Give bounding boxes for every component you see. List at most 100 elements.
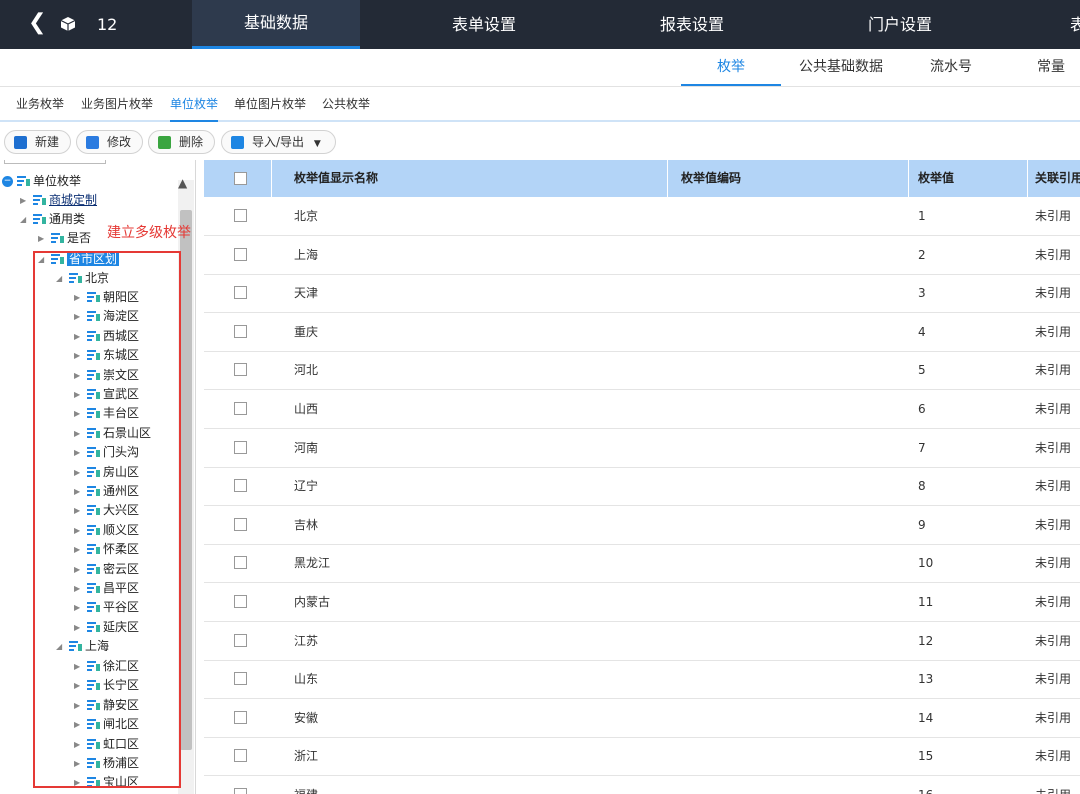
expand-icon[interactable]: ▶ xyxy=(74,482,86,501)
tree-node-district[interactable]: ▶ 平谷区 xyxy=(74,598,139,617)
table-row[interactable]: 天津 3 未引用 xyxy=(204,274,1080,314)
table-row[interactable]: 江苏 12 未引用 xyxy=(204,622,1080,661)
table-row[interactable]: 山西 6 未引用 xyxy=(204,390,1080,429)
row-checkbox[interactable] xyxy=(234,440,247,454)
collapse-up-icon[interactable]: ▲ xyxy=(178,176,187,190)
tree-node-beijing[interactable]: ◢ 北京 xyxy=(56,269,109,288)
expand-icon[interactable]: ▶ xyxy=(74,735,86,754)
select-all-checkbox[interactable] xyxy=(234,172,247,185)
expand-icon[interactable]: ▶ xyxy=(74,773,86,792)
row-checkbox[interactable] xyxy=(234,209,247,222)
tree-node-district[interactable]: ▶ 大兴区 xyxy=(74,501,139,520)
header-display-name[interactable]: 枚举值显示名称 xyxy=(272,160,668,197)
expand-icon[interactable]: ▶ xyxy=(74,307,86,326)
tab-unit-image-enum[interactable]: 单位图片枚举 xyxy=(234,96,306,112)
tab-public-basic-data[interactable]: 公共基础数据 xyxy=(791,49,891,86)
tab-enum[interactable]: 枚举 xyxy=(681,49,781,86)
collapse-icon[interactable]: ◢ xyxy=(38,250,50,269)
tree-node-general[interactable]: ◢ 通用类 xyxy=(20,210,85,229)
expand-icon[interactable]: ▶ xyxy=(20,191,32,210)
tree-node-district[interactable]: ▶ 崇文区 xyxy=(74,366,139,385)
table-row[interactable]: 重庆 4 未引用 xyxy=(204,313,1080,352)
collapse-icon[interactable]: ◢ xyxy=(20,210,32,229)
tree-node-district[interactable]: ▶ 杨浦区 xyxy=(74,754,139,773)
expand-icon[interactable]: ▶ xyxy=(74,715,86,734)
tab-public-enum[interactable]: 公共枚举 xyxy=(322,96,370,112)
expand-icon[interactable]: ▶ xyxy=(74,346,86,365)
expand-icon[interactable]: ▶ xyxy=(74,657,86,676)
tree-node-district[interactable]: ▶ 石景山区 xyxy=(74,424,151,443)
expand-icon[interactable]: ▶ xyxy=(74,560,86,579)
row-checkbox[interactable] xyxy=(234,633,247,647)
expand-icon[interactable]: ▶ xyxy=(74,463,86,482)
tree-node-root[interactable]: − 单位枚举 xyxy=(2,172,81,191)
expand-icon[interactable]: ▶ xyxy=(74,327,86,346)
edit-button[interactable]: 修改 xyxy=(76,130,143,154)
tree-node-district[interactable]: ▶ 房山区 xyxy=(74,463,139,482)
nav-report-settings[interactable]: 报表设置 xyxy=(608,0,776,49)
expand-icon[interactable]: ▶ xyxy=(74,540,86,559)
tree-node-yes-no[interactable]: ▶ 是否 xyxy=(38,229,91,248)
table-row[interactable]: 安徽 14 未引用 xyxy=(204,699,1080,738)
collapse-icon[interactable]: ◢ xyxy=(56,269,68,288)
tree-node-district[interactable]: ▶ 昌平区 xyxy=(74,579,139,598)
row-checkbox[interactable] xyxy=(234,749,247,763)
tree-node-district[interactable]: ▶ 密云区 xyxy=(74,560,139,579)
expand-icon[interactable]: ▶ xyxy=(74,501,86,520)
expand-icon[interactable]: ▶ xyxy=(74,385,86,404)
collapse-icon[interactable]: − xyxy=(2,176,13,187)
expand-icon[interactable]: ▶ xyxy=(38,229,50,248)
table-row[interactable]: 上海 2 未引用 xyxy=(204,236,1080,275)
table-row[interactable]: 黑龙江 10 未引用 xyxy=(204,544,1080,584)
header-value[interactable]: 枚举值 xyxy=(909,160,1028,197)
row-checkbox[interactable] xyxy=(234,788,247,794)
table-row[interactable]: 浙江 15 未引用 xyxy=(204,737,1080,777)
expand-icon[interactable]: ▶ xyxy=(74,598,86,617)
tree-node-district[interactable]: ▶ 海淀区 xyxy=(74,307,139,326)
tab-unit-enum[interactable]: 单位枚举 xyxy=(170,96,219,122)
header-code[interactable]: 枚举值编码 xyxy=(668,160,909,197)
back-arrow-icon[interactable]: ❮ xyxy=(28,12,46,34)
table-row[interactable]: 河北 5 未引用 xyxy=(204,351,1080,391)
tree-node-province-city[interactable]: ◢ 省市区划 xyxy=(38,250,120,269)
expand-icon[interactable]: ▶ xyxy=(74,676,86,695)
delete-button[interactable]: 删除 xyxy=(148,130,215,154)
tree-node-district[interactable]: ▶ 怀柔区 xyxy=(74,540,139,559)
row-checkbox[interactable] xyxy=(234,595,247,608)
tree-node-district[interactable]: ▶ 东城区 xyxy=(74,346,139,365)
nav-portal-settings[interactable]: 门户设置 xyxy=(816,0,984,49)
nav-form-settings[interactable]: 表单设置 xyxy=(400,0,568,49)
tab-business-enum[interactable]: 业务枚举 xyxy=(16,96,64,112)
import-export-button[interactable]: 导入/导出 ▼ xyxy=(221,130,336,154)
tree-node-mall-custom[interactable]: ▶ 商城定制 xyxy=(20,191,97,210)
expand-icon[interactable]: ▶ xyxy=(74,696,86,715)
row-checkbox[interactable] xyxy=(234,517,247,531)
tree-node-shanghai[interactable]: ◢ 上海 xyxy=(56,637,109,656)
tree-node-district[interactable]: ▶ 通州区 xyxy=(74,482,139,501)
tree-node-district[interactable]: ▶ 顺义区 xyxy=(74,521,139,540)
expand-icon[interactable]: ▶ xyxy=(74,288,86,307)
tree-node-district[interactable]: ▶ 长宁区 xyxy=(74,676,139,695)
expand-icon[interactable]: ▶ xyxy=(74,404,86,423)
tree-node-district[interactable]: ▶ 宣武区 xyxy=(74,385,139,404)
row-checkbox[interactable] xyxy=(234,479,247,493)
tree-node-district[interactable]: ▶ 门头沟 xyxy=(74,443,139,462)
row-checkbox[interactable] xyxy=(234,672,247,686)
tree-node-district[interactable]: ▶ 徐汇区 xyxy=(74,657,139,676)
row-checkbox[interactable] xyxy=(234,247,247,261)
expand-icon[interactable]: ▶ xyxy=(74,366,86,385)
expand-icon[interactable]: ▶ xyxy=(74,443,86,462)
table-row[interactable]: 内蒙古 11 未引用 xyxy=(204,583,1080,622)
table-row[interactable]: 河南 7 未引用 xyxy=(204,429,1080,468)
table-row[interactable]: 北京 1 未引用 xyxy=(204,197,1080,236)
new-button[interactable]: 新建 xyxy=(4,130,71,154)
tab-business-image-enum[interactable]: 业务图片枚举 xyxy=(81,96,153,112)
tree-node-district[interactable]: ▶ 朝阳区 xyxy=(74,288,139,307)
tab-constant[interactable]: 常量 xyxy=(1011,49,1080,86)
nav-basic-data[interactable]: 基础数据 xyxy=(192,0,360,49)
collapse-icon[interactable]: ◢ xyxy=(56,637,68,656)
row-checkbox[interactable] xyxy=(234,286,247,300)
table-row[interactable]: 辽宁 8 未引用 xyxy=(204,467,1080,507)
table-row[interactable]: 吉林 9 未引用 xyxy=(204,506,1080,545)
header-reference[interactable]: 关联引用 xyxy=(1028,160,1080,197)
